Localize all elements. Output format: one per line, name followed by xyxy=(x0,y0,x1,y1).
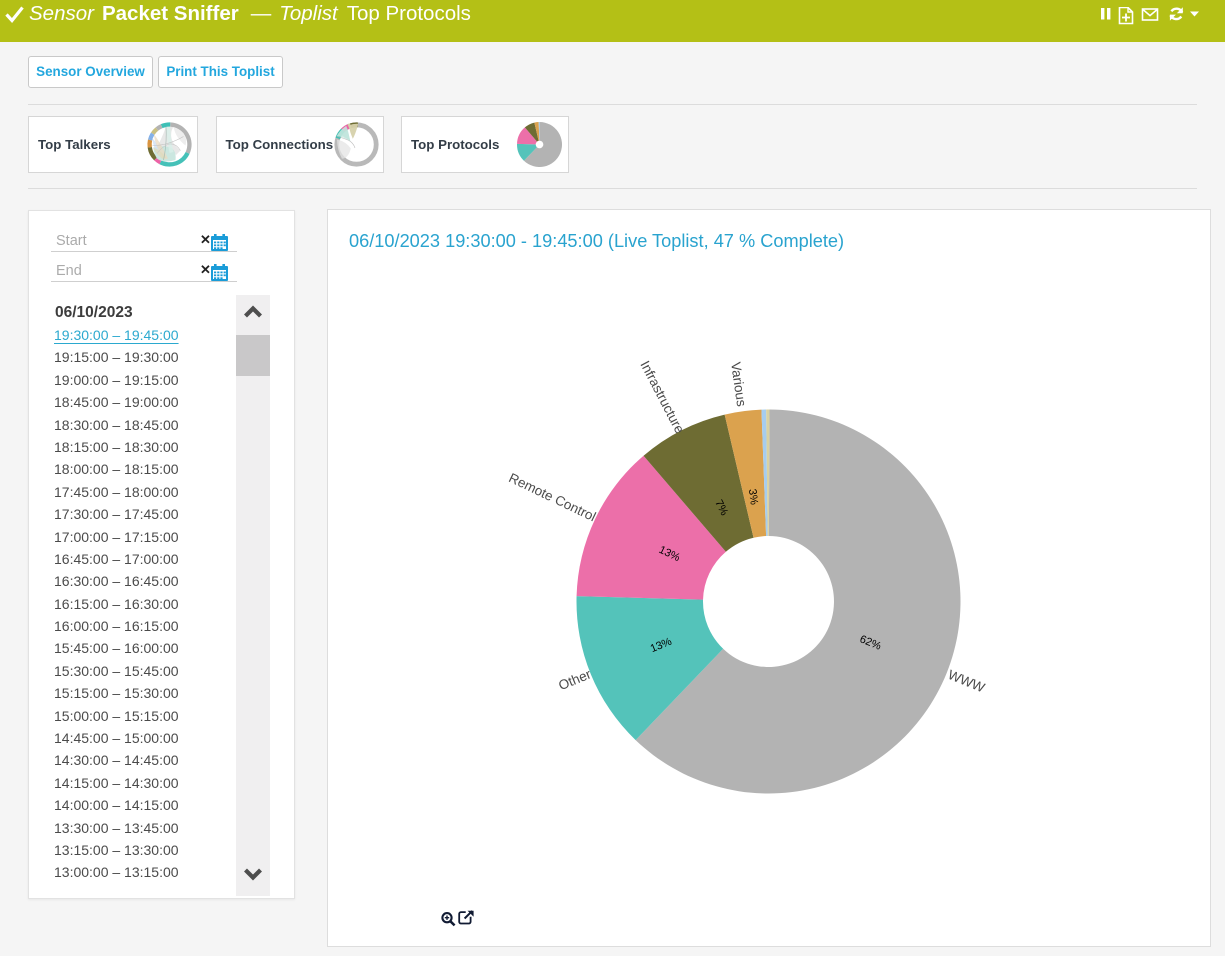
svg-text:Infrastructure: Infrastructure xyxy=(637,358,687,435)
svg-text:Remote Control: Remote Control xyxy=(507,470,599,524)
svg-text:3%: 3% xyxy=(746,488,760,506)
svg-text:Various: Various xyxy=(728,361,749,408)
svg-text:WWW: WWW xyxy=(946,667,987,695)
svg-text:Other: Other xyxy=(556,666,593,693)
